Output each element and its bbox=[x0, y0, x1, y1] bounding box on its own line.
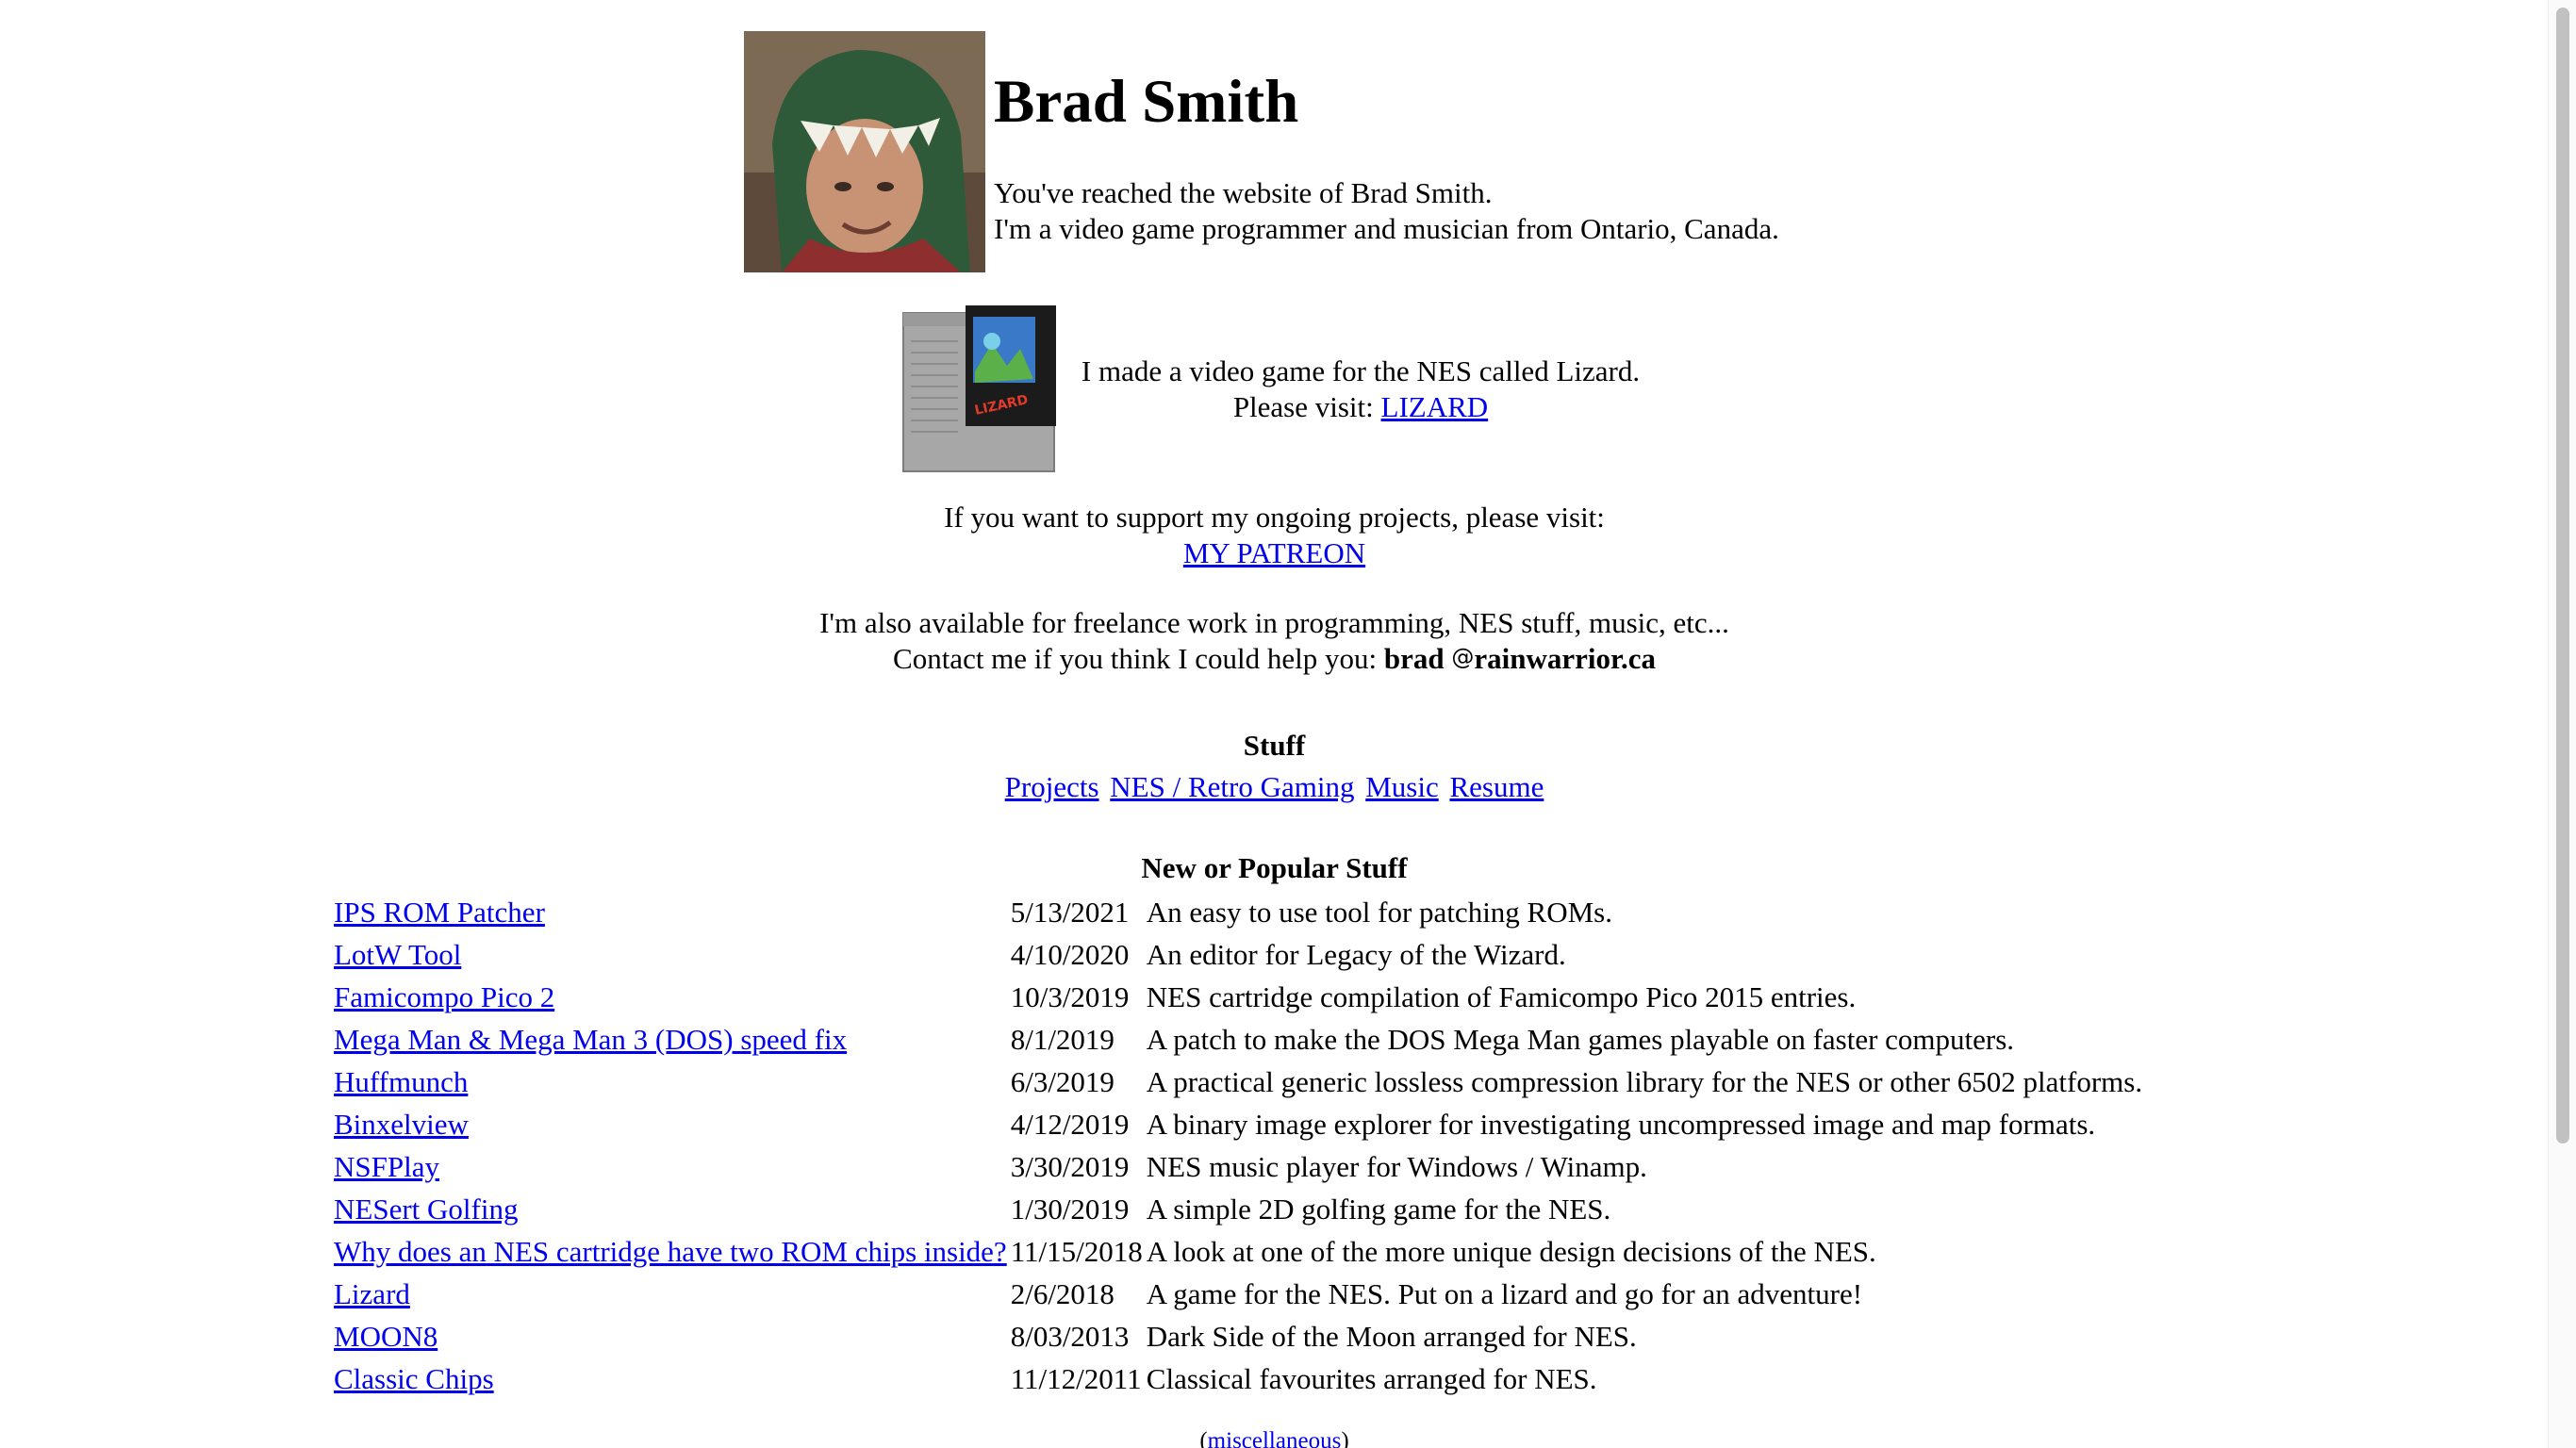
vertical-scrollbar[interactable] bbox=[2548, 0, 2576, 1448]
scrollbar-thumb[interactable] bbox=[2556, 8, 2569, 1144]
music-link[interactable]: Music bbox=[1365, 770, 1439, 803]
miscellaneous-link[interactable]: miscellaneous bbox=[1208, 1428, 1342, 1448]
item-link[interactable]: Binxelview bbox=[334, 1108, 469, 1141]
table-row: Mega Man & Mega Man 3 (DOS) speed fix 8/… bbox=[332, 1018, 2144, 1061]
lizard-promo: I made a video game for the NES called L… bbox=[1073, 354, 1648, 425]
item-date: 11/15/2018 bbox=[1010, 1235, 1143, 1268]
item-date: 4/12/2019 bbox=[1010, 1108, 1130, 1141]
email-user: brad bbox=[1383, 642, 1445, 675]
misc-close-paren: ) bbox=[1341, 1428, 1349, 1448]
resume-link[interactable]: Resume bbox=[1449, 770, 1544, 803]
table-row: IPS ROM Patcher 5/13/2021 An easy to use… bbox=[332, 891, 2144, 933]
email-domain: rainwarrior.ca bbox=[1474, 642, 1656, 675]
lizard-promo-line: I made a video game for the NES called L… bbox=[1081, 354, 1641, 387]
table-row: NSFPlay 3/30/2019 NES music player for W… bbox=[332, 1145, 2144, 1188]
item-date: 8/1/2019 bbox=[1010, 1023, 1115, 1056]
lizard-visit-line: Please visit: LIZARD bbox=[1073, 389, 1648, 425]
item-link[interactable]: Famicompo Pico 2 bbox=[334, 980, 554, 1013]
item-description: A practical generic lossless compression… bbox=[1146, 1065, 2143, 1098]
new-popular-heading: New or Popular Stuff bbox=[1141, 851, 1408, 884]
item-link[interactable]: NESert Golfing bbox=[334, 1193, 518, 1226]
patreon-text: If you want to support my ongoing projec… bbox=[944, 501, 1605, 534]
item-link[interactable]: Why does an NES cartridge have two ROM c… bbox=[334, 1235, 1007, 1268]
item-description: A simple 2D golfing game for the NES. bbox=[1146, 1193, 1611, 1226]
patreon-link[interactable]: MY PATREON bbox=[1183, 536, 1365, 569]
nes-retro-gaming-link[interactable]: NES / Retro Gaming bbox=[1110, 770, 1354, 803]
item-link[interactable]: Mega Man & Mega Man 3 (DOS) speed fix bbox=[334, 1023, 847, 1056]
table-row: NESert Golfing 1/30/2019 A simple 2D gol… bbox=[332, 1188, 2144, 1230]
table-row: Huffmunch 6/3/2019 A practical generic l… bbox=[332, 1061, 2144, 1103]
item-link[interactable]: MOON8 bbox=[334, 1320, 438, 1353]
table-row: MOON8 8/03/2013 Dark Side of the Moon ar… bbox=[332, 1315, 2144, 1358]
page: Brad Smith You've reached the website of… bbox=[0, 0, 2576, 1448]
contact-prefix: Contact me if you think I could help you… bbox=[893, 642, 1384, 675]
table-row: Lizard 2/6/2018 A game for the NES. Put … bbox=[332, 1273, 2144, 1315]
item-description: NES cartridge compilation of Famicompo P… bbox=[1146, 980, 1857, 1013]
item-link[interactable]: NSFPlay bbox=[334, 1150, 439, 1183]
freelance-text: I'm also available for freelance work in… bbox=[819, 606, 1729, 639]
intro-line-1: You've reached the website of Brad Smith… bbox=[994, 176, 1493, 209]
table-row: Famicompo Pico 2 10/3/2019 NES cartridge… bbox=[332, 976, 2144, 1018]
stuff-heading: Stuff bbox=[1243, 729, 1306, 762]
table-row: Binxelview 4/12/2019 A binary image expl… bbox=[332, 1103, 2144, 1145]
item-description: An editor for Legacy of the Wizard. bbox=[1146, 938, 1566, 971]
contact-line: Contact me if you think I could help you… bbox=[0, 641, 2549, 679]
item-date: 5/13/2021 bbox=[1010, 896, 1130, 929]
new-stuff-table: IPS ROM Patcher 5/13/2021 An easy to use… bbox=[332, 891, 2144, 1400]
patreon-section: If you want to support my ongoing projec… bbox=[0, 500, 2549, 571]
item-link[interactable]: LotW Tool bbox=[334, 938, 461, 971]
item-date: 8/03/2013 bbox=[1010, 1320, 1130, 1353]
intro-line-2: I'm a video game programmer and musician… bbox=[994, 212, 1779, 245]
item-date: 6/3/2019 bbox=[1010, 1065, 1115, 1098]
avatar-photo bbox=[744, 31, 985, 272]
table-row: Why does an NES cartridge have two ROM c… bbox=[332, 1230, 2144, 1273]
miscellaneous-section: (miscellaneous) bbox=[0, 1427, 2549, 1448]
lizard-link[interactable]: LIZARD bbox=[1381, 390, 1489, 423]
item-link[interactable]: Huffmunch bbox=[334, 1065, 468, 1098]
item-link[interactable]: IPS ROM Patcher bbox=[334, 896, 545, 929]
projects-link[interactable]: Projects bbox=[1005, 770, 1099, 803]
item-date: 11/12/2011 bbox=[1010, 1362, 1142, 1395]
table-row: Classic Chips 11/12/2011 Classical favou… bbox=[332, 1358, 2144, 1400]
item-description: Dark Side of the Moon arranged for NES. bbox=[1146, 1320, 1637, 1353]
item-date: 2/6/2018 bbox=[1010, 1277, 1115, 1310]
item-link[interactable]: Classic Chips bbox=[334, 1362, 494, 1395]
nes-cartridge-icon: LIZARD bbox=[902, 305, 1056, 472]
item-date: 3/30/2019 bbox=[1010, 1150, 1130, 1183]
table-row: LotW Tool 4/10/2020 An editor for Legacy… bbox=[332, 933, 2144, 976]
freelance-section: I'm also available for freelance work in… bbox=[0, 605, 2549, 679]
item-date: 10/3/2019 bbox=[1010, 980, 1130, 1013]
page-title: Brad Smith bbox=[994, 68, 1299, 136]
lizard-visit-prefix: Please visit: bbox=[1232, 390, 1381, 423]
item-date: 1/30/2019 bbox=[1010, 1193, 1130, 1226]
item-description: NES music player for Windows / Winamp. bbox=[1146, 1150, 1647, 1183]
misc-open-paren: ( bbox=[1199, 1428, 1208, 1448]
avatar-illustration bbox=[744, 31, 985, 272]
item-description: A game for the NES. Put on a lizard and … bbox=[1146, 1277, 1863, 1310]
item-description: A binary image explorer for investigatin… bbox=[1146, 1108, 2096, 1141]
item-description: A patch to make the DOS Mega Man games p… bbox=[1146, 1023, 2015, 1056]
item-description: An easy to use tool for patching ROMs. bbox=[1146, 896, 1612, 929]
item-date: 4/10/2020 bbox=[1010, 938, 1130, 971]
item-link[interactable]: Lizard bbox=[334, 1277, 410, 1310]
intro-text: You've reached the website of Brad Smith… bbox=[994, 175, 1779, 247]
email-at-icon: @ bbox=[1451, 644, 1475, 670]
stuff-links: Projects NES / Retro Gaming Music Resume bbox=[0, 769, 2549, 805]
item-description: A look at one of the more unique design … bbox=[1146, 1235, 1876, 1268]
item-description: Classical favourites arranged for NES. bbox=[1146, 1362, 1597, 1395]
lizard-cartridge-image[interactable]: LIZARD bbox=[901, 304, 1062, 473]
